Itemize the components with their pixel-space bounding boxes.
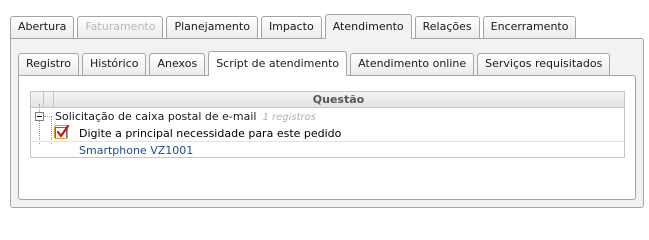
question-row[interactable]: Digite a principal necessidade para este… [31,125,624,142]
tab-planejamento[interactable]: Planejamento [166,16,258,38]
tab-relacoes[interactable]: Relações [414,16,480,38]
collapse-icon[interactable] [35,112,44,121]
answer-row[interactable]: Smartphone VZ1001 [31,142,624,159]
tab-abertura[interactable]: Abertura [10,16,75,38]
group-label: Solicitação de caixa postal de e-mail 1 r… [55,108,316,126]
checkmark-icon [56,125,70,138]
tab-script-de-atendimento[interactable]: Script de atendimento [208,51,348,76]
tab-registro[interactable]: Registro [18,53,80,75]
header-divider [43,92,44,107]
tab-faturamento: Faturamento [77,16,164,38]
sub-tab-bar: Registro Histórico Anexos Script de aten… [18,51,613,76]
script-grid: Questão Solicitação de caixa postal de e… [30,91,625,158]
answer-text[interactable]: Smartphone VZ1001 [79,142,193,159]
grid-header: Questão [31,92,624,108]
group-row[interactable]: Solicitação de caixa postal de e-mail 1 r… [31,108,624,125]
column-header-questao[interactable]: Questão [53,92,624,107]
tab-encerramento[interactable]: Encerramento [482,16,577,38]
tab-servicos-requisitados[interactable]: Serviços requisitados [477,53,611,75]
group-title: Solicitação de caixa postal de e-mail [55,110,257,123]
tab-atendimento[interactable]: Atendimento [324,14,412,39]
checked-checkbox-icon[interactable] [54,125,70,139]
group-record-count: 1 registros [262,112,316,123]
tab-impacto[interactable]: Impacto [260,16,322,38]
tab-anexos[interactable]: Anexos [149,53,206,75]
main-tab-bar: Abertura Faturamento Planejamento Impact… [10,14,579,39]
question-text: Digite a principal necessidade para este… [79,127,342,140]
tab-atendimento-online[interactable]: Atendimento online [350,53,475,75]
tree-line [44,116,52,117]
tab-historico[interactable]: Histórico [82,53,147,75]
